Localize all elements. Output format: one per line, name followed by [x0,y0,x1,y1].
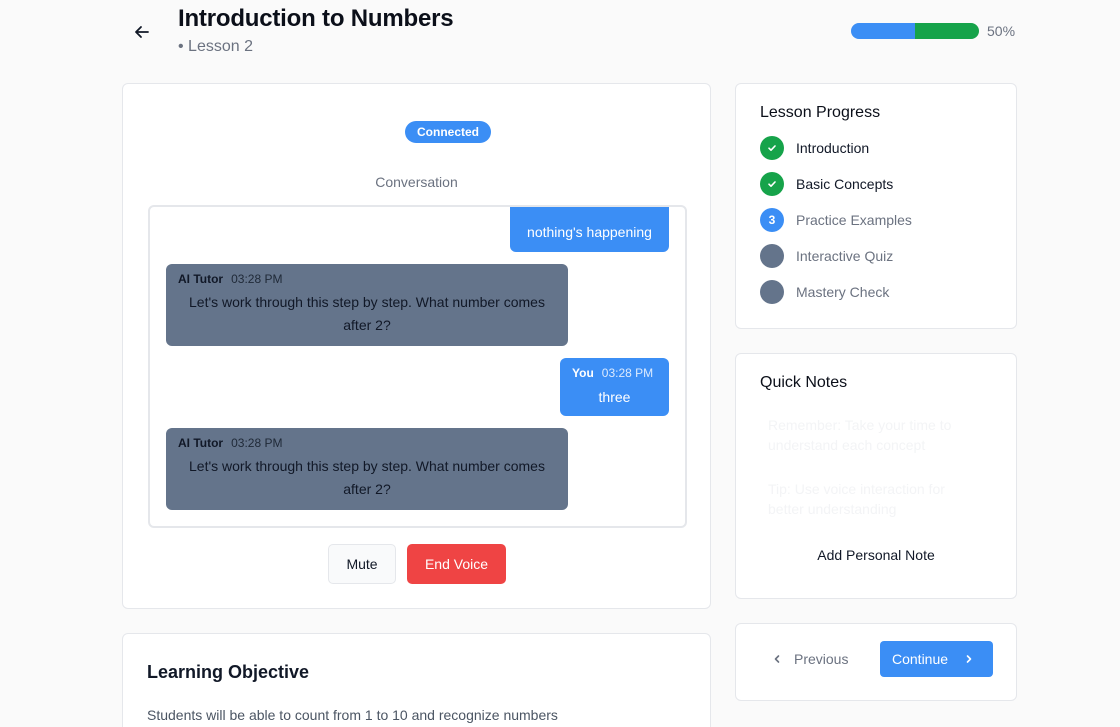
step-label: Introduction [796,140,870,156]
lesson-subtitle: • Lesson 2 [178,38,253,55]
conversation-label: Conversation [375,174,458,190]
step-label: Practice Examples [796,212,912,228]
progress-step-interactive-quiz[interactable]: Interactive Quiz [760,244,893,268]
check-icon [760,136,784,160]
lesson-navigation-card: Previous Continue [735,623,1017,701]
lesson-progress-card: Lesson Progress Introduction Basic Conce… [735,83,1017,329]
objective-title: Learning Objective [147,662,310,682]
message-text: nothing's happening [527,224,652,240]
objective-text: Students will be able to count from 1 to… [147,707,558,723]
previous-button[interactable]: Previous [772,641,872,677]
connection-status-badge: Connected [405,121,492,143]
message-time: 03:28 PM [601,366,654,380]
arrow-left-icon [135,26,149,38]
progress-step-introduction[interactable]: Introduction [760,136,869,160]
chevron-left-icon [774,655,780,663]
progress-step-mastery-check[interactable]: Mastery Check [760,280,889,304]
pending-step-icon [760,280,784,304]
progress-step-practice-examples[interactable]: 3 Practice Examples [760,208,912,232]
continue-button[interactable]: Continue [880,641,993,677]
step-label: Mastery Check [796,284,890,300]
chat-message-user: nothing's happening [510,207,669,252]
add-personal-note-button[interactable]: Add Personal Note [736,547,1016,563]
note-item: Remember: Take your time to understand e… [768,417,952,453]
mute-button[interactable]: Mute [328,544,396,584]
message-time: 03:28 PM [231,272,283,286]
message-text: Let's work through this step by step. Wh… [189,458,545,497]
step-label: Interactive Quiz [796,248,894,264]
progress-fill-second [915,23,979,39]
progress-percent-label: 50% [987,23,1016,39]
message-time: 03:28 PM [231,436,283,450]
note-item: Tip: Use voice interaction for better un… [768,481,945,517]
chat-message-ai: AI Tutor 03:28 PM Let's work through thi… [166,264,568,346]
page-title: Introduction to Numbers [178,5,454,32]
chat-message-ai: AI Tutor 03:28 PM Let's work through thi… [166,428,568,510]
end-voice-button[interactable]: End Voice [407,544,506,584]
previous-label: Previous [794,651,849,667]
pending-step-icon [760,244,784,268]
lesson-progress-title: Lesson Progress [760,104,881,121]
back-button[interactable] [128,18,156,46]
message-sender: You [572,366,594,380]
step-label: Basic Concepts [796,176,894,192]
chat-transcript[interactable]: nothing's happening AI Tutor 03:28 PM Le… [148,205,687,528]
learning-objective-card: Learning Objective Students will be able… [122,633,711,727]
step-number-badge: 3 [760,208,784,232]
conversation-card: Connected Conversation nothing's happeni… [122,83,711,609]
message-text: Let's work through this step by step. Wh… [189,294,545,333]
check-icon [760,172,784,196]
quick-notes-title: Quick Notes [760,374,848,391]
chevron-right-icon [966,655,972,663]
progress-fill-first [851,23,915,39]
message-text: three [598,389,631,405]
message-sender: AI Tutor [178,436,224,450]
continue-label: Continue [892,651,949,667]
progress-step-basic-concepts[interactable]: Basic Concepts [760,172,893,196]
chat-message-user: You 03:28 PM three [560,358,669,416]
message-sender: AI Tutor [178,272,224,286]
quick-notes-card: Quick Notes Remember: Take your time to … [735,353,1017,599]
lesson-progress-bar [851,23,979,39]
